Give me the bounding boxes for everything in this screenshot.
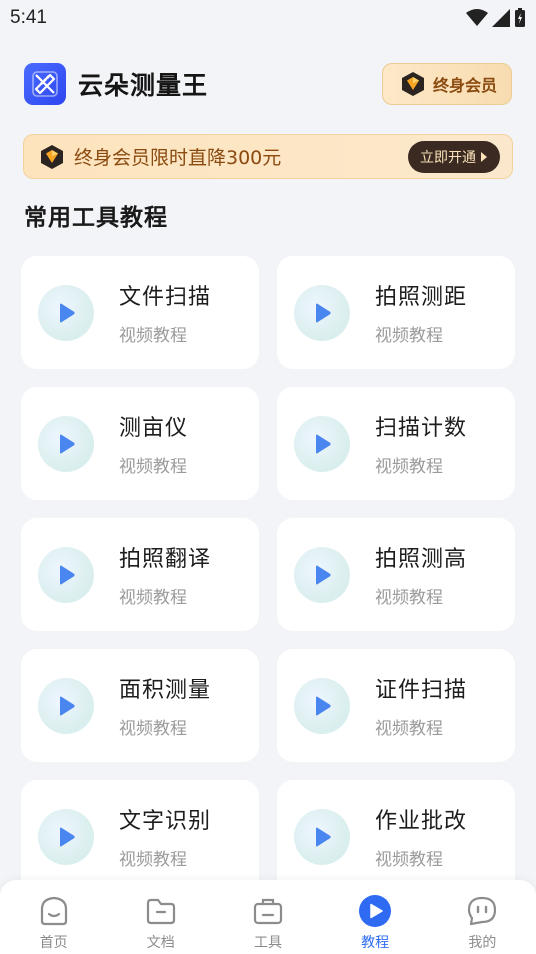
tutorial-card[interactable]: 面积测量 视频教程 bbox=[21, 649, 259, 762]
tutorial-card[interactable]: 测亩仪 视频教程 bbox=[21, 387, 259, 500]
play-icon bbox=[294, 546, 350, 603]
card-title: 拍照翻译 bbox=[119, 547, 212, 572]
card-subtitle: 视频教程 bbox=[375, 850, 443, 870]
brand: 云朵测量王 bbox=[24, 63, 208, 105]
caret-right-icon bbox=[481, 151, 487, 162]
nav-item-home[interactable]: 首页 bbox=[14, 894, 94, 952]
card-subtitle: 视频教程 bbox=[119, 850, 187, 870]
activate-now-label: 立即开通 bbox=[420, 149, 476, 166]
card-subtitle: 视频教程 bbox=[119, 326, 187, 346]
chat-face-icon bbox=[465, 894, 499, 928]
nav-item-profile[interactable]: 我的 bbox=[442, 894, 522, 952]
card-subtitle: 视频教程 bbox=[375, 326, 443, 346]
tutorial-card[interactable]: 作业批改 视频教程 bbox=[277, 780, 515, 893]
card-title: 测亩仪 bbox=[119, 416, 189, 441]
status-bar: 5:41 bbox=[0, 0, 536, 36]
tutorial-card[interactable]: 拍照测高 视频教程 bbox=[277, 518, 515, 631]
card-title: 文字识别 bbox=[119, 809, 212, 834]
card-subtitle: 视频教程 bbox=[375, 588, 443, 608]
nav-label: 首页 bbox=[39, 935, 68, 951]
folder-icon bbox=[144, 894, 178, 928]
wifi-icon bbox=[466, 9, 488, 26]
card-subtitle: 视频教程 bbox=[119, 719, 187, 739]
card-title: 文件扫描 bbox=[119, 285, 212, 310]
vip-badge-icon bbox=[401, 72, 424, 96]
card-title: 拍照测距 bbox=[375, 285, 468, 310]
promo-left: 终身会员限时直降300元 bbox=[40, 143, 281, 170]
nav-item-tutorials[interactable]: 教程 bbox=[335, 894, 415, 952]
card-title: 证件扫描 bbox=[375, 678, 468, 703]
tutorial-card[interactable]: 拍照测距 视频教程 bbox=[277, 256, 515, 369]
card-subtitle: 视频教程 bbox=[119, 588, 187, 608]
play-icon bbox=[38, 415, 94, 472]
promo-banner[interactable]: 终身会员限时直降300元 立即开通 bbox=[23, 134, 513, 179]
play-icon bbox=[294, 415, 350, 472]
card-subtitle: 视频教程 bbox=[375, 457, 443, 477]
bottom-nav: 首页 文档 工具 教程 我的 bbox=[0, 880, 536, 954]
nav-label: 我的 bbox=[468, 935, 497, 951]
play-icon bbox=[294, 677, 350, 734]
nav-item-tools[interactable]: 工具 bbox=[228, 894, 308, 952]
nav-item-documents[interactable]: 文档 bbox=[121, 894, 201, 952]
tutorial-card[interactable]: 文字识别 视频教程 bbox=[21, 780, 259, 893]
play-icon bbox=[38, 677, 94, 734]
app-name: 云朵测量王 bbox=[78, 71, 209, 100]
toolbox-icon bbox=[251, 894, 285, 928]
vip-button[interactable]: 终身会员 bbox=[381, 63, 512, 105]
home-smile-icon bbox=[37, 894, 71, 928]
card-title: 面积测量 bbox=[119, 678, 212, 703]
vip-button-label: 终身会员 bbox=[432, 76, 497, 95]
play-icon bbox=[38, 284, 94, 341]
play-icon bbox=[38, 546, 94, 603]
card-subtitle: 视频教程 bbox=[375, 719, 443, 739]
activate-now-button[interactable]: 立即开通 bbox=[408, 140, 500, 173]
tutorial-card[interactable]: 证件扫描 视频教程 bbox=[277, 649, 515, 762]
tutorial-card[interactable]: 拍照翻译 视频教程 bbox=[21, 518, 259, 631]
status-icons bbox=[466, 8, 526, 28]
card-subtitle: 视频教程 bbox=[119, 457, 187, 477]
signal-icon bbox=[492, 9, 510, 27]
header: 云朵测量王 终身会员 bbox=[24, 62, 512, 106]
card-title: 扫描计数 bbox=[375, 416, 468, 441]
play-icon bbox=[38, 808, 94, 865]
card-title: 拍照测高 bbox=[375, 547, 468, 572]
vip-badge-icon bbox=[41, 144, 63, 169]
nav-label: 教程 bbox=[361, 935, 390, 951]
tutorial-card[interactable]: 扫描计数 视频教程 bbox=[277, 387, 515, 500]
play-circle-icon bbox=[358, 894, 392, 928]
card-title: 作业批改 bbox=[375, 809, 468, 834]
battery-icon bbox=[515, 8, 525, 27]
tutorial-card[interactable]: 文件扫描 视频教程 bbox=[21, 256, 259, 369]
app-logo-icon bbox=[24, 63, 66, 105]
status-time: 5:41 bbox=[10, 7, 47, 28]
tutorial-grid: 文件扫描 视频教程 拍照测距 视频教程 测亩仪 视频教程 扫描计数 视频教程 拍照翻译视… bbox=[21, 256, 515, 893]
play-icon bbox=[294, 284, 350, 341]
promo-text: 终身会员限时直降300元 bbox=[74, 147, 282, 169]
nav-label: 工具 bbox=[253, 935, 282, 951]
nav-label: 文档 bbox=[146, 935, 175, 951]
play-icon bbox=[294, 808, 350, 865]
section-title: 常用工具教程 bbox=[24, 205, 168, 231]
